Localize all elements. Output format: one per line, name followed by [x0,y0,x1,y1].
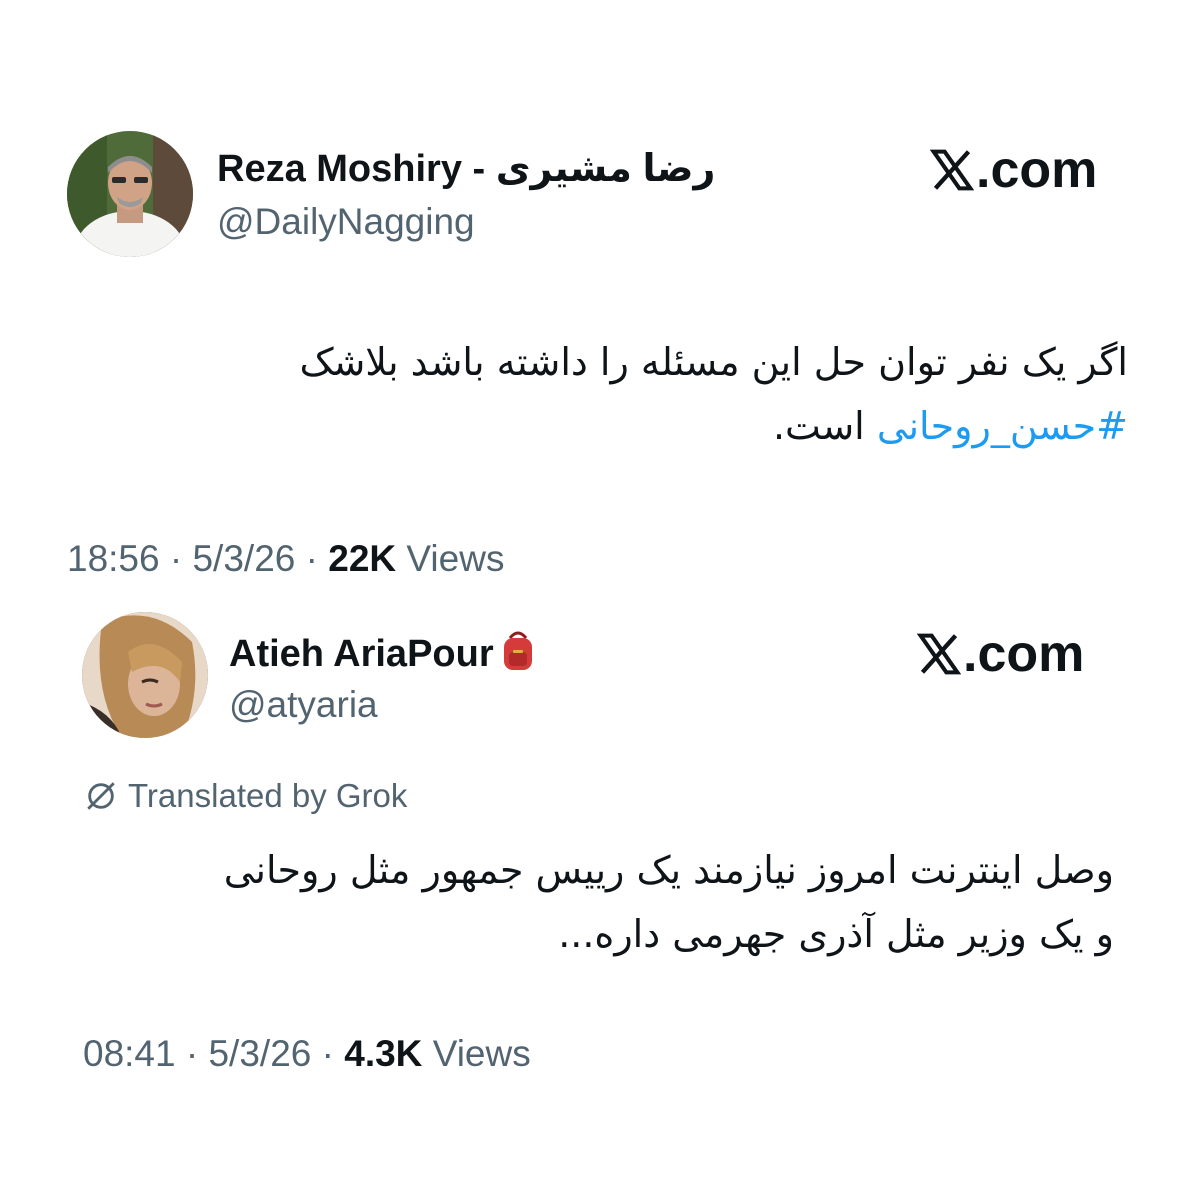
views-count: 4.3K [344,1033,423,1074]
grok-icon [87,782,115,810]
tweet-time[interactable]: 08:41 [83,1033,176,1074]
tweet-card-2: Atieh AriaPour @atyaria .com Translated … [0,0,1200,1200]
x-com-source[interactable]: .com [917,624,1084,684]
meta-separator: · [311,1033,345,1074]
tweet-date[interactable]: 5/3/26 [208,1033,311,1074]
avatar-photo [82,612,208,738]
source-label: .com [963,625,1085,683]
display-name-text: Atieh AriaPour [229,633,494,675]
views-label: Views [432,1033,531,1074]
meta-separator: · [175,1033,209,1074]
display-name[interactable]: Atieh AriaPour [229,628,538,677]
user-handle[interactable]: @atyaria [229,683,378,727]
tweet-text-line: و یک وزیر مثل آذری جهرمی داره... [558,912,1114,956]
x-logo-icon [917,633,961,675]
tweet-text-line: وصل اینترنت امروز نیازمند یک رییس جمهور … [223,848,1114,892]
translated-label: Translated by Grok [128,777,408,814]
backpack-emoji-icon [503,631,532,670]
translated-by-grok[interactable]: Translated by Grok [84,776,407,816]
tweet-text: وصل اینترنت امروز نیازمند یک رییس جمهور … [114,838,1114,966]
avatar[interactable] [82,612,208,738]
tweet-meta: 08:41 · 5/3/26 · 4.3K Views [83,1032,531,1076]
